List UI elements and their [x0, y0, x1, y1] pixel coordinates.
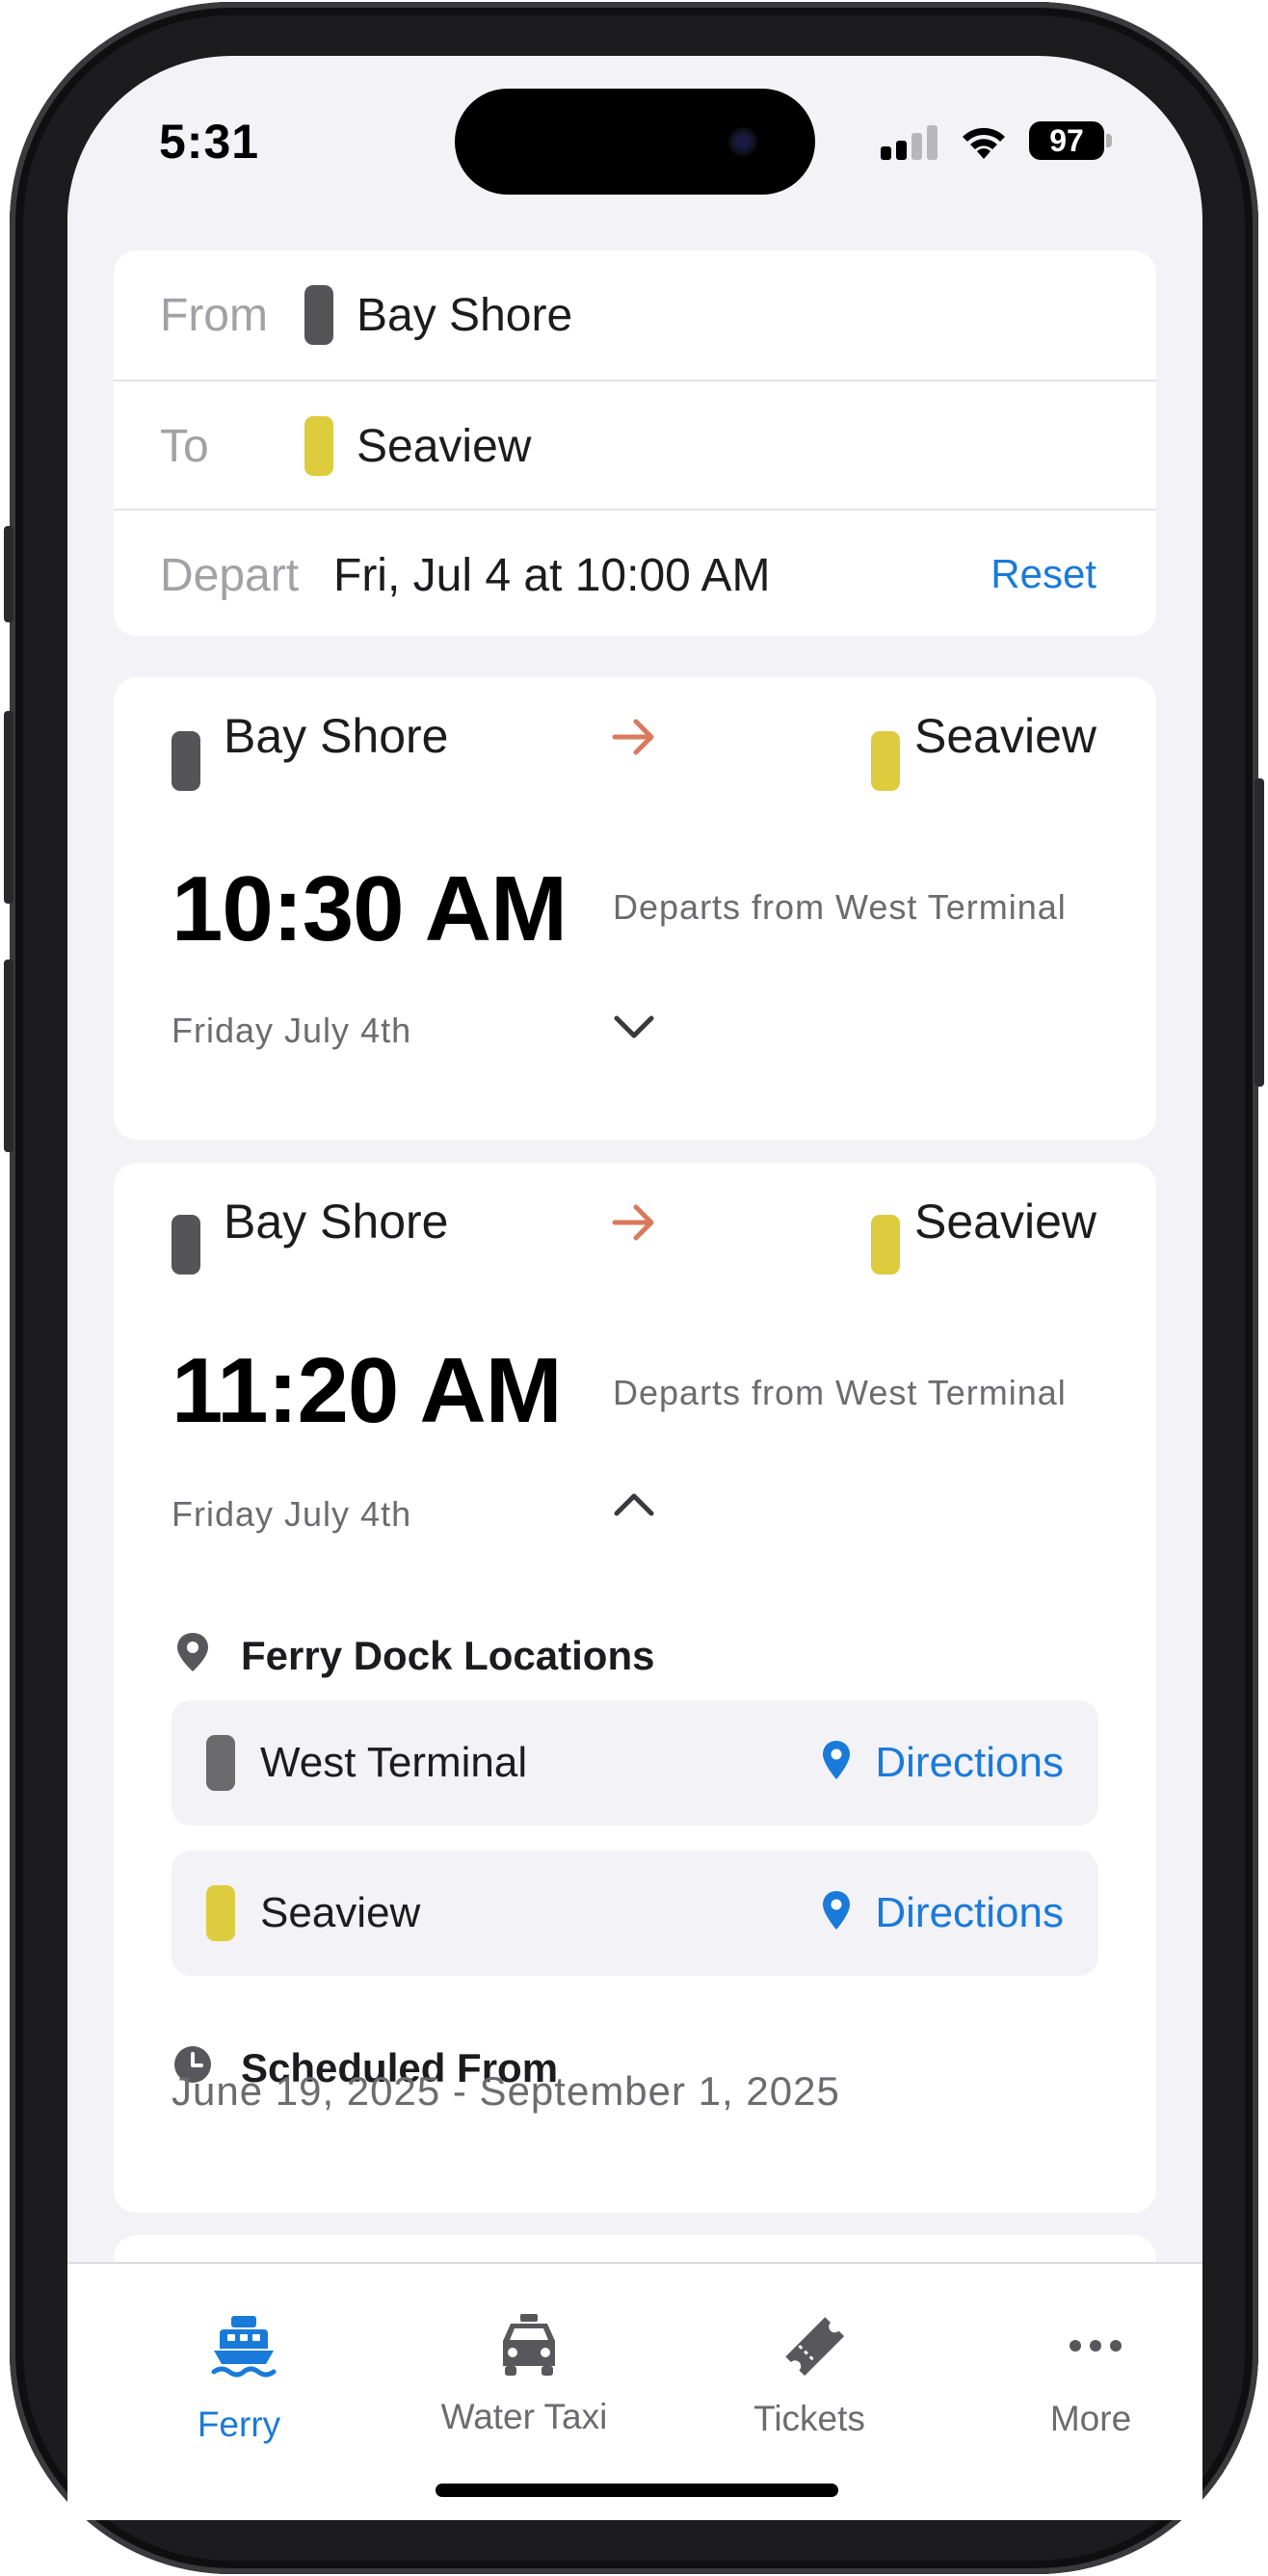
destination-line-marker [304, 416, 333, 476]
tab-more[interactable]: More [985, 2312, 1197, 2447]
trip-date: Friday July 4th [172, 1494, 412, 1534]
power-button [1255, 778, 1264, 1087]
trip-search-form: From Bay Shore To Seaview Depart Fri, Ju… [114, 250, 1156, 636]
taxi-icon [503, 2314, 555, 2376]
battery-cap [1106, 134, 1112, 147]
dock-name: West Terminal [260, 1739, 528, 1786]
action-button [4, 526, 13, 622]
tab-tickets[interactable]: Tickets [703, 2312, 915, 2447]
cellular-signal-icon [881, 125, 940, 160]
directions-pin-icon[interactable] [819, 1737, 854, 1783]
tab-ferry[interactable]: Ferry [133, 2312, 345, 2447]
camera-icon [728, 127, 757, 156]
directions-link[interactable]: Directions [875, 1739, 1064, 1787]
dock-line-marker [206, 1735, 235, 1791]
tab-label: Water Taxi [440, 2397, 608, 2436]
volume-up-button [4, 711, 13, 904]
to-row[interactable]: To Seaview [114, 380, 1156, 508]
tab-water-taxi[interactable]: Water Taxi [418, 2312, 630, 2447]
chevron-up-icon[interactable] [611, 1486, 657, 1525]
origin-line-marker [172, 1215, 200, 1275]
directions-link[interactable]: Directions [875, 1889, 1064, 1937]
trip-card-expanded[interactable]: Bay Shore Seaview 11:20 AM Departs from … [114, 1163, 1156, 2213]
volume-down-button [4, 959, 13, 1152]
trip-origin: Bay Shore [224, 709, 449, 763]
dock-line-marker [206, 1885, 235, 1941]
directions-pin-icon[interactable] [819, 1887, 854, 1933]
ferry-icon [211, 2316, 277, 2378]
origin-line-marker [172, 731, 200, 791]
tab-label: Tickets [753, 2399, 865, 2438]
dock-location-row: West Terminal Directions [172, 1700, 1098, 1826]
from-label: From [160, 290, 268, 341]
more-icon [1070, 2340, 1122, 2352]
dock-name: Seaview [260, 1889, 421, 1936]
wifi-icon [963, 127, 1005, 159]
arrow-right-icon [612, 719, 654, 755]
trip-destination: Seaview [914, 1195, 1096, 1249]
status-time: 5:31 [159, 115, 260, 169]
departure-time: 11:20 AM [172, 1339, 563, 1442]
trip-card[interactable]: Bay Shore Seaview 10:30 AM Departs from … [114, 677, 1156, 1140]
tab-bar: Ferry Water Taxi Tickets More [67, 2262, 1202, 2520]
departure-time: 10:30 AM [172, 857, 568, 960]
trip-date: Friday July 4th [172, 1011, 412, 1050]
to-value: Seaview [357, 421, 532, 472]
tab-label: Ferry [197, 2405, 281, 2444]
schedule-range: June 19, 2025 - September 1, 2025 [172, 2068, 840, 2114]
tab-label: More [1049, 2399, 1132, 2438]
ticket-icon [785, 2317, 845, 2377]
to-label: To [160, 421, 209, 472]
trip-origin: Bay Shore [224, 1195, 449, 1249]
chevron-down-icon[interactable] [611, 1007, 657, 1045]
trip-destination: Seaview [914, 709, 1096, 763]
battery-indicator: 97 [1029, 121, 1104, 160]
home-indicator [436, 2484, 838, 2497]
destination-line-marker [871, 731, 900, 791]
dock-location-row: Seaview Directions [172, 1851, 1098, 1976]
departure-terminal: Departs from West Terminal [613, 887, 1067, 927]
dynamic-island [455, 89, 815, 195]
map-pin-icon [177, 1633, 208, 1671]
reset-button[interactable]: Reset [991, 551, 1096, 597]
from-value: Bay Shore [357, 290, 573, 341]
depart-value: Fri, Jul 4 at 10:00 AM [333, 550, 771, 601]
depart-row[interactable]: Depart Fri, Jul 4 at 10:00 AM Reset [114, 509, 1156, 637]
from-row[interactable]: From Bay Shore [114, 250, 1156, 379]
depart-label: Depart [160, 550, 300, 601]
departure-terminal: Departs from West Terminal [613, 1373, 1067, 1412]
arrow-right-icon [612, 1204, 654, 1241]
destination-line-marker [871, 1215, 900, 1275]
origin-line-marker [304, 285, 333, 345]
